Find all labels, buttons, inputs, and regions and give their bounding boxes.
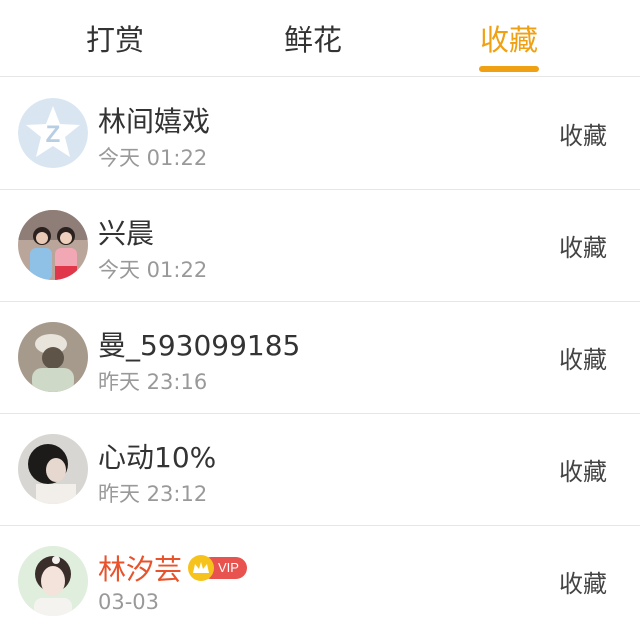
user-name: 林间嬉戏 <box>98 105 211 138</box>
action-label: 收藏 <box>559 346 607 374</box>
favorites-list: Z 林间嬉戏 今天 01:22 收藏 兴晨 今天 01:22 收藏 曼_5930… <box>0 78 640 638</box>
list-item[interactable]: 心动10% 昨天 23:12 收藏 <box>0 414 640 526</box>
list-item[interactable]: Z 林间嬉戏 今天 01:22 收藏 <box>0 78 640 190</box>
user-name: 曼_593099185 <box>98 329 301 362</box>
timestamp: 今天 01:22 <box>98 258 208 282</box>
svg-text:Z: Z <box>46 121 61 148</box>
action-label: 收藏 <box>559 122 607 150</box>
action-label: 收藏 <box>559 458 607 486</box>
tab-bar: 打赏 鲜花 收藏 <box>0 0 640 77</box>
tab-favorites[interactable]: 收藏 <box>478 20 540 60</box>
list-item[interactable]: 林汐芸 VIP 03-03 收藏 <box>0 526 640 638</box>
timestamp: 昨天 23:12 <box>98 482 208 506</box>
user-name: 林汐芸 VIP <box>98 548 247 588</box>
tab-flowers[interactable]: 鲜花 <box>282 20 344 60</box>
avatar[interactable] <box>18 322 88 392</box>
list-item[interactable]: 曼_593099185 昨天 23:16 收藏 <box>0 302 640 414</box>
crown-icon <box>188 555 215 581</box>
vip-badge: VIP <box>188 555 247 581</box>
avatar[interactable] <box>18 210 88 280</box>
default-avatar-icon[interactable]: Z <box>18 98 88 168</box>
timestamp: 今天 01:22 <box>98 146 208 170</box>
action-label: 收藏 <box>559 234 607 262</box>
tab-reward[interactable]: 打赏 <box>84 20 146 60</box>
timestamp: 03-03 <box>98 590 160 614</box>
avatar[interactable] <box>18 546 88 616</box>
active-tab-indicator <box>479 66 539 72</box>
timestamp: 昨天 23:16 <box>98 370 208 394</box>
user-name: 兴晨 <box>98 217 155 250</box>
avatar[interactable] <box>18 434 88 504</box>
list-item[interactable]: 兴晨 今天 01:22 收藏 <box>0 190 640 302</box>
action-label: 收藏 <box>559 570 607 598</box>
user-name: 心动10% <box>98 441 217 474</box>
